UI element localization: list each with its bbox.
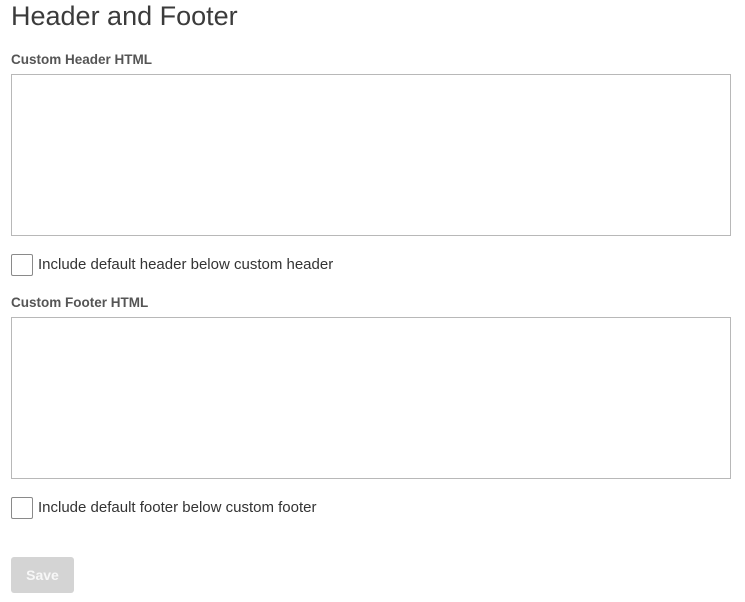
custom-footer-label: Custom Footer HTML [11,295,149,310]
custom-header-textarea[interactable] [11,74,731,236]
include-default-header-label[interactable]: Include default header below custom head… [38,254,333,276]
include-default-footer-checkbox[interactable] [11,497,33,519]
page-title: Header and Footer [11,1,238,31]
include-default-header-row[interactable]: Include default header below custom head… [11,254,333,276]
custom-header-label: Custom Header HTML [11,52,153,67]
include-default-header-checkbox[interactable] [11,254,33,276]
save-button[interactable]: Save [11,557,74,593]
include-default-footer-label[interactable]: Include default footer below custom foot… [38,497,317,519]
custom-footer-textarea[interactable] [11,317,731,479]
include-default-footer-row[interactable]: Include default footer below custom foot… [11,497,317,519]
